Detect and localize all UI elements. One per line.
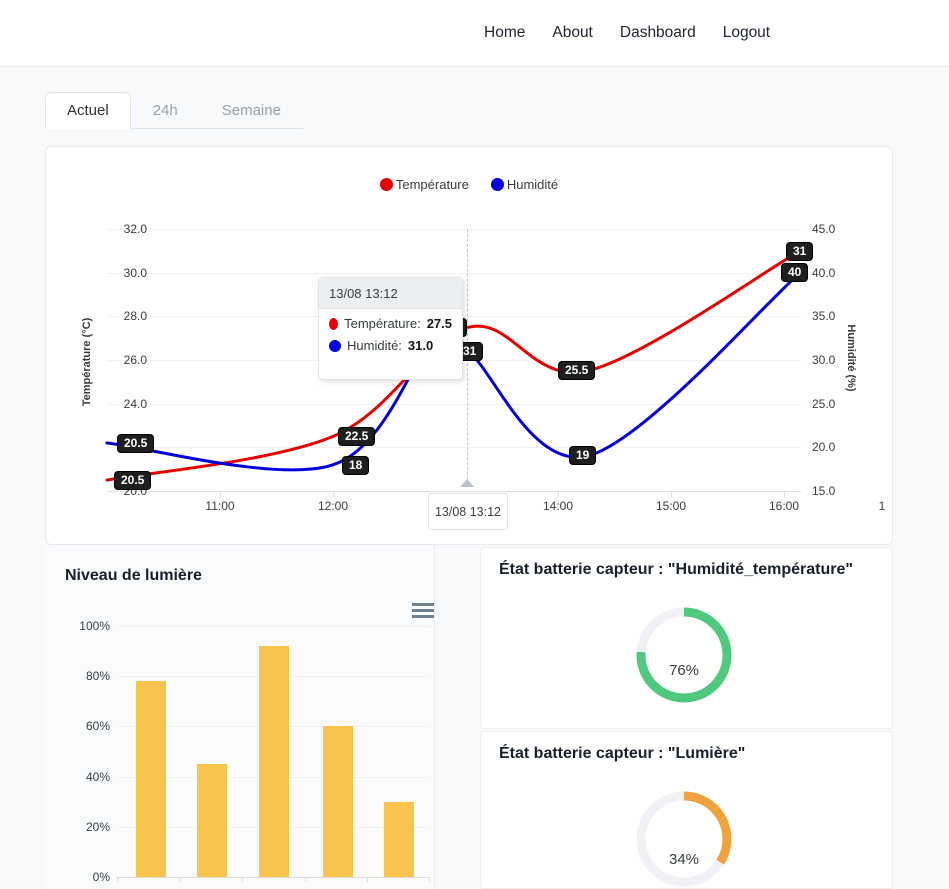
battery-humidity-title: État batterie capteur : "Humidité_tempér…	[499, 561, 853, 579]
point-label: 22.5	[338, 427, 375, 446]
light-chart-title: Niveau de lumière	[65, 567, 202, 585]
bar-y-tick: 0%	[50, 870, 110, 884]
chart-menu-hamburger-icon[interactable]	[412, 603, 434, 618]
tooltip-value: 31.0	[408, 338, 433, 353]
bar-chart-canvas[interactable]	[117, 626, 430, 877]
tooltip-row-temperature: Température: 27.5	[319, 309, 462, 331]
bar-y-tick: 40%	[50, 770, 110, 784]
bar[interactable]	[197, 764, 227, 877]
battery-light-gauge[interactable]	[632, 787, 736, 889]
tooltip-row-humidity: Humidité: 31.0	[319, 331, 462, 353]
point-label: 40	[781, 263, 808, 282]
x-tick	[242, 877, 243, 882]
bar[interactable]	[384, 802, 414, 877]
nav-link-logout[interactable]: Logout	[723, 24, 770, 42]
tab-24h[interactable]: 24h	[131, 92, 200, 129]
tooltip-timestamp: 13/08 13:12	[319, 278, 462, 309]
light-level-card: Niveau de lumière 100% 80% 60% 40% 20% 0…	[45, 545, 435, 889]
gridline	[117, 626, 430, 627]
x-tick	[180, 877, 181, 882]
bar[interactable]	[136, 681, 166, 877]
bar[interactable]	[259, 646, 289, 877]
x-axis-line	[117, 877, 430, 878]
x-tick	[305, 877, 306, 882]
battery-light-card: État batterie capteur : "Lumière" 34%	[480, 731, 893, 889]
crosshair-x-label: 13/08 13:12	[428, 493, 508, 530]
temperature-dot-icon	[329, 318, 338, 330]
period-tabs: Actuel 24h Semaine	[45, 92, 303, 129]
point-label: 19	[569, 446, 596, 465]
x-tick	[367, 877, 368, 882]
battery-light-value: 34%	[632, 851, 736, 868]
point-label: 20.5	[117, 434, 154, 453]
crosshair-pointer-icon	[460, 479, 474, 487]
x-tick	[429, 877, 430, 882]
bar-y-tick: 20%	[50, 820, 110, 834]
x-tick	[117, 877, 118, 882]
battery-humidity-gauge[interactable]	[632, 603, 736, 707]
nav-link-home[interactable]: Home	[484, 24, 525, 42]
chart-tooltip: 13/08 13:12 Température: 27.5 Humidité: …	[318, 277, 463, 380]
point-label: 20.5	[114, 471, 151, 490]
top-navbar: Home About Dashboard Logout	[0, 0, 949, 67]
point-label: 25.5	[558, 361, 595, 380]
point-label: 18	[342, 456, 369, 475]
nav-link-about[interactable]: About	[552, 24, 593, 42]
point-label: 31	[786, 242, 813, 261]
battery-light-title: État batterie capteur : "Lumière"	[499, 745, 745, 763]
humidity-dot-icon	[329, 340, 341, 352]
bar-y-tick: 80%	[50, 669, 110, 683]
nav-link-dashboard[interactable]: Dashboard	[620, 24, 696, 42]
tooltip-label: Humidité:	[347, 338, 402, 353]
temperature-humidity-chart-card[interactable]: Température Humidité 32.0 30.0 28.0 26.0…	[45, 146, 893, 545]
bar-y-tick: 100%	[50, 619, 110, 633]
tooltip-label: Température:	[344, 316, 421, 331]
nav-links: Home About Dashboard Logout	[484, 0, 770, 66]
bar-y-tick: 60%	[50, 719, 110, 733]
tab-semaine[interactable]: Semaine	[200, 92, 303, 129]
tooltip-value: 27.5	[427, 316, 452, 331]
battery-humidity-card: État batterie capteur : "Humidité_tempér…	[480, 547, 893, 729]
battery-humidity-value: 76%	[632, 662, 736, 679]
tab-actuel[interactable]: Actuel	[45, 92, 131, 129]
bar[interactable]	[323, 726, 353, 877]
